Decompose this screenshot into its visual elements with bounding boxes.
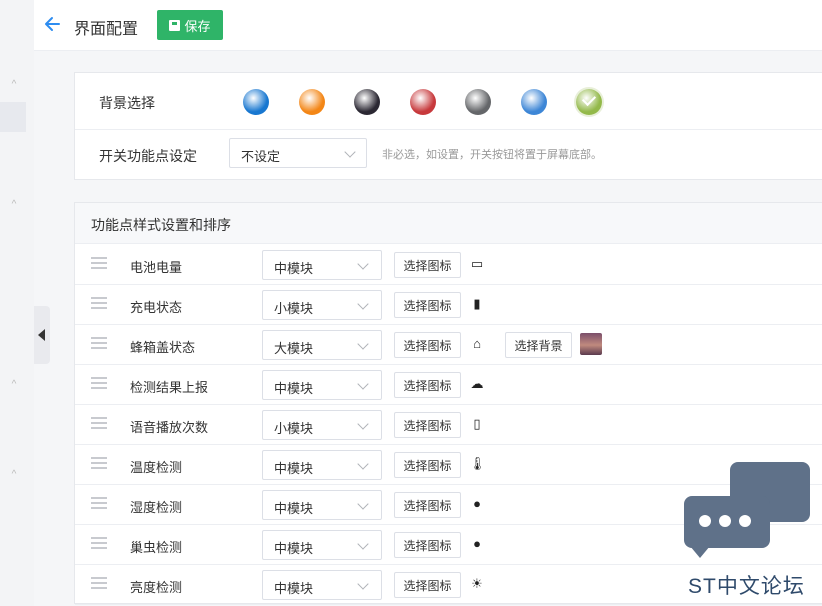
choose-icon-button[interactable]: 选择图标 [394, 452, 461, 478]
chevron-down-icon [357, 498, 369, 510]
size-select[interactable]: 中模块 [262, 450, 382, 480]
feature-name: 巢虫检测 [130, 540, 183, 555]
switch-row: 开关功能点设定 不设定 非必选，如设置，开关按钮将置于屏幕底部。 [75, 130, 822, 179]
drag-handle-icon[interactable] [91, 537, 107, 549]
background-label: 背景选择 [99, 95, 155, 111]
size-select[interactable]: 中模块 [262, 530, 382, 560]
save-icon [169, 19, 181, 31]
config-card: 背景选择 开关功能点设定 不设定 非必选，如设置，开关按钮将置于屏幕底部。 [74, 72, 822, 180]
checkmark-icon [581, 91, 597, 107]
bug-icon: ● [473, 536, 481, 551]
drag-handle-icon[interactable] [91, 457, 107, 469]
choose-icon-button[interactable]: 选择图标 [394, 372, 461, 398]
feature-name: 湿度检测 [130, 500, 183, 515]
rail-selected-item[interactable] [0, 102, 26, 132]
chevron-down-icon [357, 338, 369, 350]
save-button[interactable]: 保存 [157, 10, 223, 40]
drag-handle-icon[interactable] [91, 337, 107, 349]
chevron-down-icon [357, 298, 369, 310]
size-select[interactable]: 中模块 [262, 490, 382, 520]
background-swatch[interactable] [409, 89, 436, 115]
size-select[interactable]: 中模块 [262, 370, 382, 400]
collapse-up-icon[interactable]: ^ [9, 80, 19, 90]
chevron-down-icon [357, 578, 369, 590]
switch-hint: 非必选，如设置，开关按钮将置于屏幕底部。 [382, 149, 602, 161]
drag-handle-icon[interactable] [91, 417, 107, 429]
cloud-upload-icon: ☁ [470, 376, 484, 391]
features-header: 功能点样式设置和排序 [75, 203, 822, 244]
charging-icon: ▮ [473, 296, 481, 311]
feature-row: 语音播放次数 小模块 选择图标 ▯ [75, 404, 822, 445]
count-icon: ▯ [473, 416, 481, 431]
background-swatch[interactable] [298, 89, 325, 115]
page-title: 界面配置 [74, 21, 139, 38]
chevron-down-icon [357, 418, 369, 430]
background-swatch[interactable] [465, 89, 491, 115]
drag-handle-icon[interactable] [91, 257, 107, 269]
feature-name: 蜂箱盖状态 [130, 340, 196, 355]
features-title: 功能点样式设置和排序 [91, 217, 231, 233]
chevron-down-icon [357, 458, 369, 470]
feature-name: 亮度检测 [130, 580, 183, 595]
battery-icon: ▭ [470, 256, 484, 271]
background-swatch[interactable] [354, 89, 380, 115]
feature-row: 蜂箱盖状态 大模块 选择图标 ⌂ 选择背景 [75, 324, 822, 365]
page-header: 界面配置 保存 [34, 0, 822, 51]
background-swatch[interactable] [243, 89, 269, 115]
collapse-up-icon[interactable]: ^ [9, 200, 19, 210]
background-swatch[interactable] [576, 89, 602, 115]
background-thumbnail [580, 333, 602, 355]
feature-name: 检测结果上报 [130, 380, 209, 395]
feature-row: 电池电量 中模块 选择图标 ▭ [75, 244, 822, 285]
size-select[interactable]: 小模块 [262, 290, 382, 320]
chevron-down-icon [357, 538, 369, 550]
choose-icon-button[interactable]: 选择图标 [394, 572, 461, 598]
feature-name: 温度检测 [130, 460, 183, 475]
sidebar-toggle-button[interactable] [34, 306, 50, 364]
choose-icon-button[interactable]: 选择图标 [394, 532, 461, 558]
chevron-down-icon [344, 146, 356, 158]
drag-handle-icon[interactable] [91, 577, 107, 589]
switch-select[interactable]: 不设定 [229, 138, 367, 168]
size-select[interactable]: 中模块 [262, 250, 382, 280]
feature-name: 充电状态 [130, 300, 183, 315]
switch-label: 开关功能点设定 [99, 148, 197, 164]
hive-icon: ⌂ [473, 336, 481, 351]
droplet-icon: ● [473, 496, 481, 511]
choose-icon-button[interactable]: 选择图标 [394, 412, 461, 438]
back-arrow-icon[interactable] [43, 14, 63, 34]
drag-handle-icon[interactable] [91, 377, 107, 389]
feature-name: 电池电量 [130, 260, 183, 275]
size-select[interactable]: 中模块 [262, 570, 382, 600]
chevron-down-icon [357, 258, 369, 270]
collapse-up-icon[interactable]: ^ [9, 380, 19, 390]
feature-row: 充电状态 小模块 选择图标 ▮ [75, 284, 822, 325]
left-rail: ^ ^ ^ ^ [0, 0, 34, 606]
feature-row: 检测结果上报 中模块 选择图标 ☁ [75, 364, 822, 405]
feature-name: 语音播放次数 [130, 420, 209, 435]
background-row: 背景选择 [75, 73, 822, 130]
drag-handle-icon[interactable] [91, 297, 107, 309]
background-swatch[interactable] [520, 89, 547, 115]
collapse-up-icon[interactable]: ^ [9, 470, 19, 480]
thermometer-icon: 🌡 [469, 456, 486, 471]
choose-icon-button[interactable]: 选择图标 [394, 252, 461, 278]
size-select[interactable]: 大模块 [262, 330, 382, 360]
watermark-text: ST中文论坛 [688, 575, 805, 598]
choose-icon-button[interactable]: 选择图标 [394, 332, 461, 358]
choose-icon-button[interactable]: 选择图标 [394, 492, 461, 518]
choose-icon-button[interactable]: 选择图标 [394, 292, 461, 318]
sun-icon: ☀ [471, 576, 483, 591]
chevron-down-icon [357, 378, 369, 390]
size-select[interactable]: 小模块 [262, 410, 382, 440]
drag-handle-icon[interactable] [91, 497, 107, 509]
feature-row: 温度检测 中模块 选择图标 🌡 [75, 444, 822, 485]
choose-background-button[interactable]: 选择背景 [505, 332, 572, 358]
